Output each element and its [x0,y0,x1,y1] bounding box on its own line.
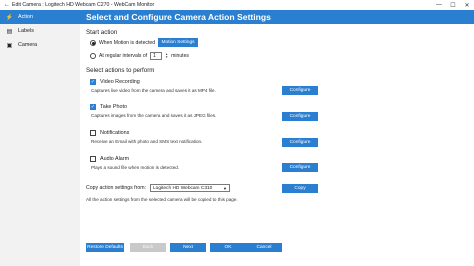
title-bar: ← Edit Camera : Logitech HD Webcam C270 … [0,0,474,10]
action-name: Audio Alarm [100,156,130,162]
interval-input[interactable]: 1 [150,52,163,60]
close-button[interactable]: ✕ [460,0,474,10]
action-item-photo: ✓ Take Photo Captures images from the ca… [90,104,460,118]
minimize-button[interactable]: — [432,0,446,10]
restore-defaults-button[interactable]: Restore Defaults [86,243,124,252]
configure-video-button[interactable]: Configure [282,86,318,95]
action-name: Take Photo [100,104,127,110]
main-content: Start action When Motion is detected Mot… [80,24,474,266]
action-desc: Receive an Email with photo and SMS text… [91,139,203,144]
page-header: Select and Configure Camera Action Setti… [80,10,474,24]
configure-audio-button[interactable]: Configure [282,163,318,172]
window-title: Edit Camera : Logitech HD Webcam C270 - … [12,2,155,8]
action-desc: Plays a sound file when motion is detect… [91,165,180,170]
camera-icon: ▣ [6,42,13,49]
sidebar-item-camera[interactable]: ▣ Camera [0,38,80,52]
sidebar-item-action[interactable]: ⚡ Action [0,10,80,24]
ok-button[interactable]: OK [210,243,246,252]
chevron-down-icon: ▼ [223,185,227,191]
chevron-down-icon[interactable]: ▼ [165,55,168,60]
sidebar-item-label: Camera [18,42,38,48]
cancel-button[interactable]: Cancel [246,243,282,252]
motion-settings-button[interactable]: Motion Settings [158,38,198,47]
sidebar-item-label: Action [18,14,33,20]
configure-notifications-button[interactable]: Configure [282,138,318,147]
action-item-notifications: Notifications Receive an Email with phot… [90,130,460,144]
actions-title: Select actions to perform [86,67,155,74]
radio-interval-row[interactable]: At regular intervals of 1 ▲ ▼ minutes [90,52,189,60]
radio-interval[interactable] [90,53,96,59]
window-controls: — ☐ ✕ [432,0,474,10]
radio-motion-row[interactable]: When Motion is detected [90,40,155,46]
copy-button[interactable]: Copy [282,184,318,193]
back-arrow-icon[interactable]: ← [4,2,12,8]
lightning-icon: ⚡ [5,14,14,21]
maximize-button[interactable]: ☐ [446,0,460,10]
configure-photo-button[interactable]: Configure [282,112,318,121]
sidebar: ⚡ Action ▤ Labels ▣ Camera [0,10,80,266]
start-action-title: Start action [86,29,118,36]
action-item-audio: Audio Alarm Plays a sound file when moti… [90,156,460,170]
take-photo-checkbox[interactable]: ✓ [90,104,96,110]
video-recording-checkbox[interactable]: ✓ [90,79,96,85]
sidebar-item-label: Labels [18,28,34,34]
next-button[interactable]: Next [170,243,206,252]
audio-alarm-checkbox[interactable] [90,156,96,162]
copy-settings-row: Copy action settings from: Logitech HD W… [86,184,230,192]
copy-source-select[interactable]: Logitech HD Webcam C310 ▼ [149,184,230,192]
action-item-video: ✓ Video Recording Captures live video fr… [90,79,460,93]
interval-unit: minutes [171,53,189,59]
radio-motion[interactable] [90,40,96,46]
app-window: ← Edit Camera : Logitech HD Webcam C270 … [0,0,474,266]
page-title: Select and Configure Camera Action Setti… [86,12,271,22]
sidebar-item-labels[interactable]: ▤ Labels [0,24,80,38]
labels-icon: ▤ [6,28,13,35]
copy-note: All the action settings from the selecte… [86,197,238,202]
action-name: Notifications [100,130,130,136]
interval-spinner[interactable]: ▲ ▼ [165,52,168,60]
action-desc: Captures images from the camera and save… [91,113,217,118]
radio-motion-label: When Motion is detected [99,40,156,46]
copy-source-value: Logitech HD Webcam C310 [152,185,213,191]
back-button: Back [130,243,166,252]
radio-interval-label: At regular intervals of [99,53,148,59]
action-desc: Captures live video from the camera and … [91,88,216,93]
action-name: Video Recording [100,79,140,85]
copy-label: Copy action settings from: [86,185,146,191]
notifications-checkbox[interactable] [90,130,96,136]
